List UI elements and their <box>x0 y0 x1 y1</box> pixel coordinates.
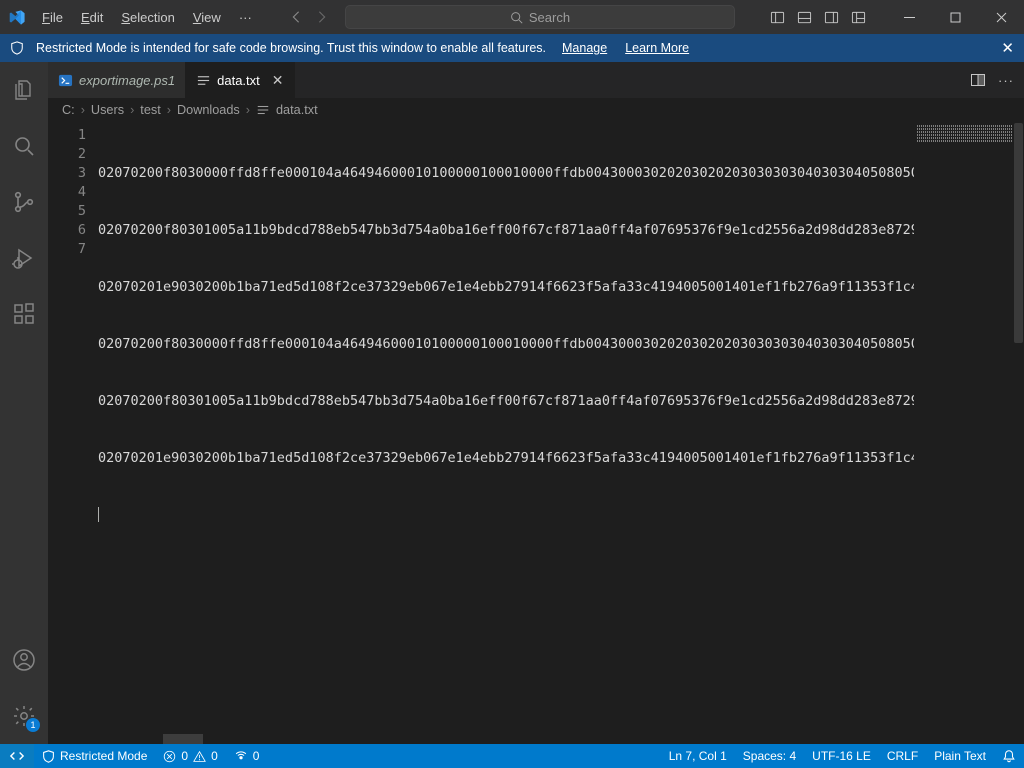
code-line: 02070201e9030200b1ba71ed5d108f2ce37329eb… <box>98 278 914 297</box>
tab-label: exportimage.ps1 <box>79 73 175 88</box>
breadcrumb[interactable]: C:› Users› test› Downloads› data.txt <box>48 98 1024 122</box>
editor-area: exportimage.ps1 data.txt ✕ ··· C:› Users… <box>48 62 1024 744</box>
search-icon[interactable] <box>0 126 48 166</box>
warning-count: 0 <box>211 749 218 763</box>
window-maximize[interactable] <box>932 0 978 34</box>
banner-close-icon[interactable]: ✕ <box>1001 39 1014 57</box>
layout-panel-right-icon[interactable] <box>824 10 839 25</box>
eol-status[interactable]: CRLF <box>879 744 926 768</box>
code-line: 02070201e9030200b1ba71ed5d108f2ce37329eb… <box>98 449 914 468</box>
menu-edit[interactable]: Edit <box>73 6 111 29</box>
restricted-mode-banner: Restricted Mode is intended for safe cod… <box>0 34 1024 62</box>
split-editor-icon[interactable] <box>970 72 986 88</box>
title-bar: File Edit Selection View ··· Search <box>0 0 1024 34</box>
tab-exportimage[interactable]: exportimage.ps1 <box>48 62 186 98</box>
window-close[interactable] <box>978 0 1024 34</box>
code-line: 02070200f8030000ffd8ffe000104a4649460001… <box>98 335 914 354</box>
crumb[interactable]: Downloads <box>177 103 240 117</box>
banner-text: Restricted Mode is intended for safe cod… <box>36 41 546 55</box>
warning-icon <box>193 750 206 763</box>
tab-data-txt[interactable]: data.txt ✕ <box>186 62 294 98</box>
restricted-mode-status[interactable]: Restricted Mode <box>34 744 155 768</box>
tab-label: data.txt <box>217 73 260 88</box>
settings-badge: 1 <box>26 718 40 732</box>
menu-more[interactable]: ··· <box>231 6 260 29</box>
activity-bar: 1 <box>0 62 48 744</box>
crumb[interactable]: test <box>140 103 160 117</box>
layout-panel-left-icon[interactable] <box>770 10 785 25</box>
notifications-icon[interactable] <box>994 744 1024 768</box>
code-line <box>98 506 914 525</box>
more-actions-icon[interactable]: ··· <box>998 73 1014 88</box>
code-line: 02070200f8030000ffd8ffe000104a4649460001… <box>98 164 914 183</box>
manage-link[interactable]: Manage <box>562 41 607 55</box>
shield-icon <box>10 41 24 55</box>
encoding-status[interactable]: UTF-16 LE <box>804 744 879 768</box>
learn-more-link[interactable]: Learn More <box>625 41 689 55</box>
code-line: 02070200f80301005a11b9bdcd788eb547bb3d75… <box>98 392 914 411</box>
indent-status[interactable]: Spaces: 4 <box>735 744 804 768</box>
error-icon <box>163 750 176 763</box>
source-control-icon[interactable] <box>0 182 48 222</box>
explorer-icon[interactable] <box>0 70 48 110</box>
remote-indicator[interactable] <box>0 744 34 768</box>
run-debug-icon[interactable] <box>0 238 48 278</box>
horizontal-scrollbar[interactable] <box>48 734 1024 744</box>
menu-file[interactable]: File <box>34 6 71 29</box>
problems-status[interactable]: 0 0 <box>155 744 225 768</box>
powershell-icon <box>58 73 73 88</box>
menu-view[interactable]: View <box>185 6 229 29</box>
crumb[interactable]: Users <box>91 103 124 117</box>
error-count: 0 <box>181 749 188 763</box>
code-content[interactable]: 02070200f8030000ffd8ffe000104a4649460001… <box>98 122 914 734</box>
textfile-icon <box>256 103 270 117</box>
shield-icon <box>42 750 55 763</box>
accounts-icon[interactable] <box>0 640 48 680</box>
window-minimize[interactable] <box>886 0 932 34</box>
customize-layout-icon[interactable] <box>851 10 866 25</box>
app-logo <box>0 9 34 26</box>
cursor-position[interactable]: Ln 7, Col 1 <box>661 744 735 768</box>
crumb[interactable]: C: <box>62 103 75 117</box>
editor-body: 1234567 02070200f8030000ffd8ffe000104a46… <box>48 122 1024 734</box>
tabs-row: exportimage.ps1 data.txt ✕ ··· <box>48 62 1024 98</box>
nav-forward-icon[interactable] <box>315 10 329 24</box>
radio-icon <box>234 749 248 763</box>
search-box[interactable]: Search <box>345 5 735 29</box>
settings-icon[interactable]: 1 <box>0 696 48 736</box>
nav-back-icon[interactable] <box>289 10 303 24</box>
search-placeholder: Search <box>529 10 570 25</box>
textfile-icon <box>196 73 211 88</box>
layout-panel-bottom-icon[interactable] <box>797 10 812 25</box>
code-line: 02070200f80301005a11b9bdcd788eb547bb3d75… <box>98 221 914 240</box>
tab-close-icon[interactable]: ✕ <box>272 72 284 89</box>
minimap[interactable] <box>914 122 1024 734</box>
nav-arrows <box>289 10 329 24</box>
extensions-icon[interactable] <box>0 294 48 334</box>
language-status[interactable]: Plain Text <box>926 744 994 768</box>
search-icon <box>510 11 523 24</box>
menu-selection[interactable]: Selection <box>113 6 182 29</box>
layout-icons <box>770 0 866 34</box>
ports-count: 0 <box>253 749 260 763</box>
restricted-label: Restricted Mode <box>60 749 147 763</box>
main-menu: File Edit Selection View ··· <box>34 6 260 29</box>
vertical-scrollbar[interactable] <box>1013 122 1024 734</box>
status-bar: Restricted Mode 0 0 0 Ln 7, Col 1 Spaces… <box>0 744 1024 768</box>
line-gutter: 1234567 <box>48 122 98 734</box>
crumb[interactable]: data.txt <box>276 103 318 117</box>
ports-status[interactable]: 0 <box>226 744 268 768</box>
